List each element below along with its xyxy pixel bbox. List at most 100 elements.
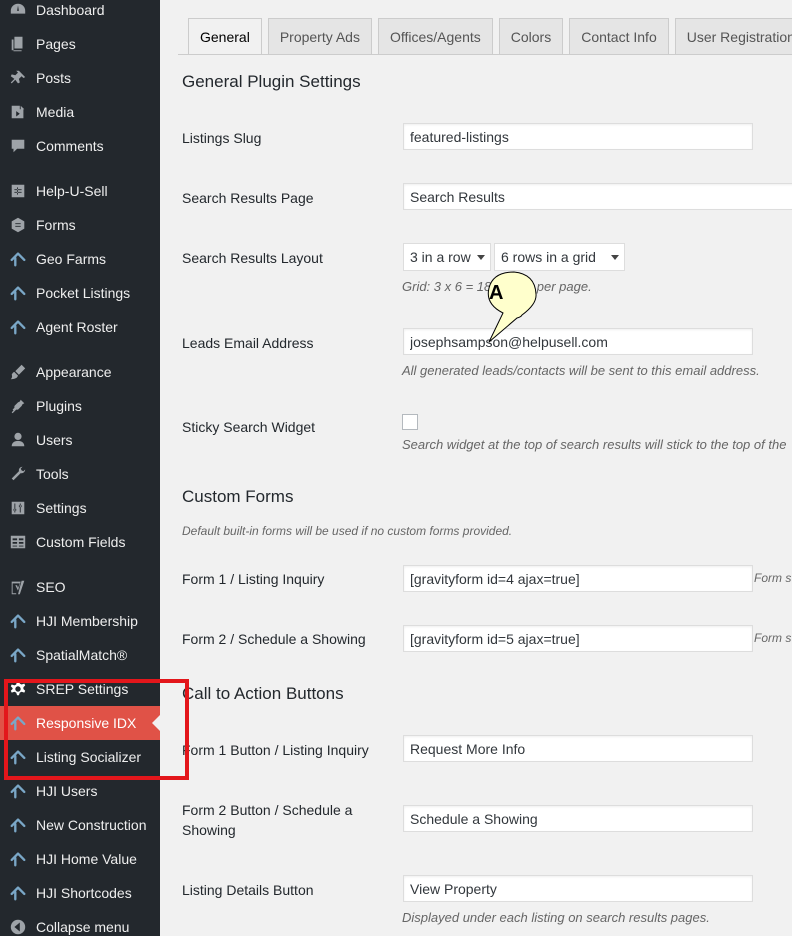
house-icon (0, 612, 36, 630)
sidebar-item-pocket-listings[interactable]: Pocket Listings (0, 276, 160, 310)
form1-note: Form s (754, 571, 792, 585)
tab-user-registration[interactable]: User Registration (674, 18, 792, 55)
pin-icon (0, 69, 36, 87)
dashboard-icon (0, 1, 36, 19)
sidebar-item-label: HJI Users (36, 783, 98, 799)
sidebar-item-hji-users[interactable]: HJI Users (0, 774, 160, 808)
search-results-page-input[interactable] (403, 183, 792, 210)
main-content: General Property Ads Offices/Agents Colo… (160, 0, 792, 936)
sidebar-item-spatialmatch[interactable]: SpatialMatch® (0, 638, 160, 672)
tab-colors[interactable]: Colors (498, 18, 564, 55)
brush-icon (0, 363, 36, 381)
sidebar-item-appearance[interactable]: Appearance (0, 355, 160, 389)
house-icon (0, 284, 36, 302)
sidebar-item-plugins[interactable]: Plugins (0, 389, 160, 423)
sidebar-item-label: Custom Fields (36, 534, 126, 550)
media-icon (0, 103, 36, 121)
sidebar-item-label: Listing Socializer (36, 749, 142, 765)
tab-contact-info[interactable]: Contact Info (569, 18, 669, 55)
sidebar-item-label: Pocket Listings (36, 285, 131, 301)
sidebar-item-label: HJI Membership (36, 613, 138, 629)
leads-email-description: All generated leads/contacts will be sen… (402, 363, 760, 378)
house-icon (0, 782, 36, 800)
sidebar-item-hji-shortcodes[interactable]: HJI Shortcodes (0, 876, 160, 910)
sidebar-item-comments[interactable]: Comments (0, 129, 160, 163)
tab-property-ads[interactable]: Property Ads (267, 18, 372, 55)
sidebar-item-hji-membership[interactable]: HJI Membership (0, 604, 160, 638)
sidebar-item-label: Geo Farms (36, 251, 107, 267)
tab-general[interactable]: General (188, 18, 262, 55)
sidebar-item-listing-socializer[interactable]: Listing Socializer (0, 740, 160, 774)
form2-button-input[interactable] (403, 805, 753, 832)
form1-label: Form 1 / Listing Inquiry (182, 571, 325, 587)
leads-email-input[interactable] (403, 328, 753, 355)
sticky-widget-checkbox[interactable] (402, 414, 418, 430)
sidebar-item-srep-settings[interactable]: SREP Settings (0, 672, 160, 706)
grid-description: Grid: 3 x 6 = 18 results per page. (402, 279, 592, 294)
sidebar-item-label: Appearance (36, 364, 112, 380)
pages-icon (0, 35, 36, 53)
rows-select[interactable]: 6 rows in a grid (494, 243, 625, 271)
form2-input[interactable] (403, 625, 753, 652)
sidebar-item-pages[interactable]: Pages (0, 27, 160, 61)
sidebar-item-dashboard[interactable]: Dashboard (0, 0, 160, 27)
form2-button-label-line1: Form 2 Button / Schedule a (182, 802, 353, 818)
sidebar-item-collapse-menu[interactable]: Collapse menu (0, 910, 160, 936)
user-icon (0, 431, 36, 449)
plugin-grid-icon (0, 182, 36, 200)
tabs-divider (178, 54, 792, 55)
settings-tabs: General Property Ads Offices/Agents Colo… (188, 18, 792, 55)
sidebar-item-seo[interactable]: SEO (0, 570, 160, 604)
admin-sidebar: Dashboard Pages Posts Media Comments Help-U-S… (0, 0, 160, 936)
sidebar-item-label: Pages (36, 36, 76, 52)
listings-slug-input[interactable] (403, 123, 753, 150)
form1-input[interactable] (403, 565, 753, 592)
sidebar-item-new-construction[interactable]: New Construction (0, 808, 160, 842)
sidebar-item-label: Plugins (36, 398, 82, 414)
per-row-select[interactable]: 3 in a row (403, 243, 491, 271)
details-button-description: Displayed under each listing on search r… (402, 910, 710, 925)
sidebar-item-users[interactable]: Users (0, 423, 160, 457)
plugin-icon (0, 397, 36, 415)
form2-note: Form s (754, 631, 792, 645)
house-icon (0, 714, 36, 732)
sidebar-item-label: SpatialMatch® (36, 647, 128, 663)
sidebar-item-agent-roster[interactable]: Agent Roster (0, 310, 160, 344)
wrench-icon (0, 465, 36, 483)
details-button-label: Listing Details Button (182, 882, 314, 898)
house-icon (0, 318, 36, 336)
forms-icon (0, 216, 36, 234)
house-icon (0, 646, 36, 664)
house-icon (0, 816, 36, 834)
sidebar-item-media[interactable]: Media (0, 95, 160, 129)
sidebar-item-label: Agent Roster (36, 319, 118, 335)
sidebar-item-custom-fields[interactable]: Custom Fields (0, 525, 160, 559)
sidebar-item-posts[interactable]: Posts (0, 61, 160, 95)
sidebar-item-geo-farms[interactable]: Geo Farms (0, 242, 160, 276)
details-button-input[interactable] (403, 875, 753, 902)
sidebar-item-label: Posts (36, 70, 72, 86)
sidebar-item-tools[interactable]: Tools (0, 457, 160, 491)
sidebar-item-label: Tools (36, 466, 69, 482)
sidebar-item-help-u-sell[interactable]: Help-U-Sell (0, 174, 160, 208)
section-title-cta: Call to Action Buttons (182, 684, 344, 703)
custom-forms-description: Default built-in forms will be used if n… (182, 524, 513, 538)
sidebar-item-label: SEO (36, 579, 66, 595)
sidebar-item-hji-home-value[interactable]: HJI Home Value (0, 842, 160, 876)
sidebar-item-label: Comments (36, 138, 104, 154)
comments-icon (0, 137, 36, 155)
settings-icon (0, 499, 36, 517)
sidebar-item-settings[interactable]: Settings (0, 491, 160, 525)
sidebar-item-label: Forms (36, 217, 76, 233)
form1-button-input[interactable] (403, 735, 753, 762)
house-icon (0, 748, 36, 766)
tab-offices-agents[interactable]: Offices/Agents (377, 18, 493, 55)
sidebar-item-forms[interactable]: Forms (0, 208, 160, 242)
sidebar-item-label: HJI Home Value (36, 851, 137, 867)
form2-button-label-line2: Showing (182, 822, 236, 838)
sidebar-item-label: Dashboard (36, 2, 105, 18)
sticky-widget-label: Sticky Search Widget (182, 419, 316, 435)
table-icon (0, 533, 36, 551)
sidebar-item-label: HJI Shortcodes (36, 885, 132, 901)
sidebar-item-responsive-idx[interactable]: Responsive IDX (0, 706, 160, 740)
